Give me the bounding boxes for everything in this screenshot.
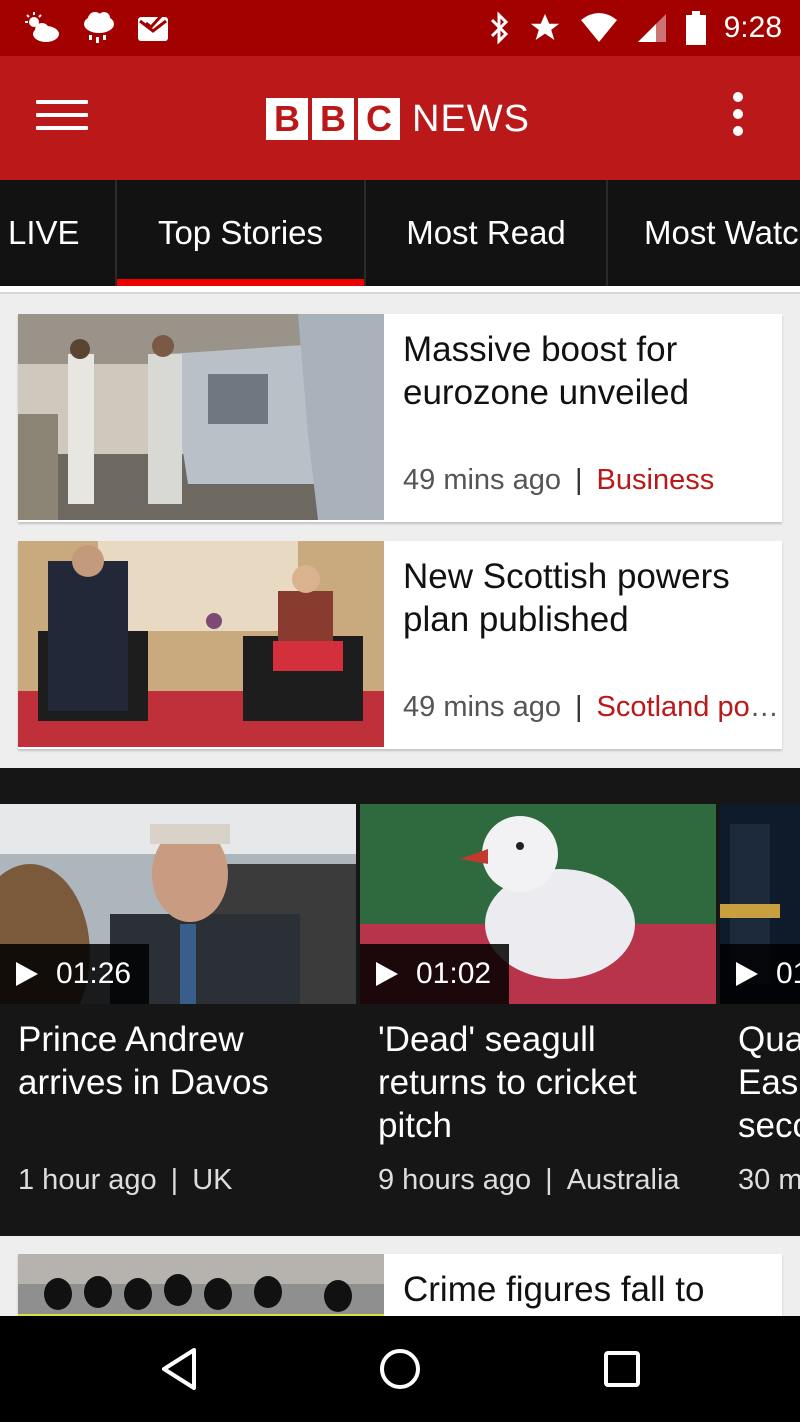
battery-icon (685, 11, 706, 45)
tab-most-read[interactable]: Most Read (366, 180, 608, 286)
video-duration: 01:02 (360, 944, 510, 1004)
bluetooth-icon (490, 11, 508, 45)
story-image (18, 314, 384, 520)
video-title: Qua Eas seco (738, 1020, 800, 1145)
tab-most-watched[interactable]: Most Watched (608, 180, 800, 286)
video-title: 'Dead' seagull returns to cricket pitch (378, 1020, 637, 1145)
story-headline: Massive boost for eurozone unveiled (403, 330, 690, 412)
story-time: 49 mins ago (403, 464, 561, 496)
status-bar: 9:28 (0, 0, 800, 56)
bbc-news-logo: B B C NEWS (266, 98, 530, 140)
story-headline: New Scottish powers plan published (403, 557, 730, 639)
video-section-link[interactable]: UK (192, 1164, 232, 1196)
video-carousel: 01:26 Prince Andrew arrives in Davos 1 h… (0, 768, 800, 1236)
story-image (18, 541, 384, 747)
story-image (18, 1254, 384, 1316)
video-card[interactable]: 01 Qua Eas seco 30 m (720, 804, 800, 1204)
story-section-link[interactable]: Business (597, 464, 715, 496)
weather-icon (25, 12, 59, 42)
story-time: 49 mins ago (403, 691, 561, 723)
logo-letter: B (266, 98, 308, 140)
video-meta: 1 hour ago | UK (18, 1164, 233, 1196)
story-card[interactable]: Crime figures fall to (18, 1254, 782, 1316)
video-duration: 01 (720, 944, 800, 1004)
home-icon[interactable] (372, 1344, 428, 1394)
play-icon (376, 962, 398, 986)
video-meta: 30 m (738, 1164, 800, 1196)
logo-word: NEWS (412, 98, 530, 140)
story-section-link[interactable]: Scotland politics (597, 691, 781, 723)
tab-bar: LIVE Top Stories Most Read Most Watched (0, 180, 800, 286)
system-nav-bar (0, 1316, 800, 1422)
clock: 9:28 (723, 11, 782, 44)
story-headline: Crime figures fall to (403, 1270, 705, 1309)
video-duration: 01:26 (0, 944, 150, 1004)
rain-icon (84, 12, 114, 43)
feed: Massive boost for eurozone unveiled 49 m… (0, 286, 800, 1316)
story-card[interactable]: New Scottish powers plan published 49 mi… (18, 541, 782, 749)
overflow-menu-icon[interactable] (726, 92, 750, 144)
star-icon (530, 13, 559, 41)
mail-icon (138, 13, 168, 41)
divider (0, 286, 800, 294)
logo-letter: C (358, 98, 400, 140)
menu-icon[interactable] (36, 100, 88, 136)
signal-icon (637, 14, 666, 42)
app-bar: B B C NEWS (0, 56, 800, 180)
play-icon (736, 962, 758, 986)
play-icon (16, 962, 38, 986)
back-icon[interactable] (152, 1344, 208, 1394)
wifi-icon (580, 13, 617, 42)
video-card[interactable]: 01:26 Prince Andrew arrives in Davos 1 h… (0, 804, 356, 1204)
story-meta: 49 mins ago | Business (403, 464, 715, 496)
video-title: Prince Andrew arrives in Davos (18, 1020, 269, 1102)
recents-icon[interactable] (594, 1344, 650, 1394)
video-card[interactable]: 01:02 'Dead' seagull returns to cricket … (360, 804, 716, 1204)
video-meta: 9 hours ago | Australia (378, 1164, 680, 1196)
tab-live[interactable]: LIVE (0, 180, 117, 286)
story-meta: 49 mins ago|Scotland politics (403, 691, 781, 724)
logo-letter: B (312, 98, 354, 140)
video-section-link[interactable]: Australia (567, 1164, 680, 1196)
tab-top-stories[interactable]: Top Stories (117, 180, 366, 286)
story-card[interactable]: Massive boost for eurozone unveiled 49 m… (18, 314, 782, 522)
